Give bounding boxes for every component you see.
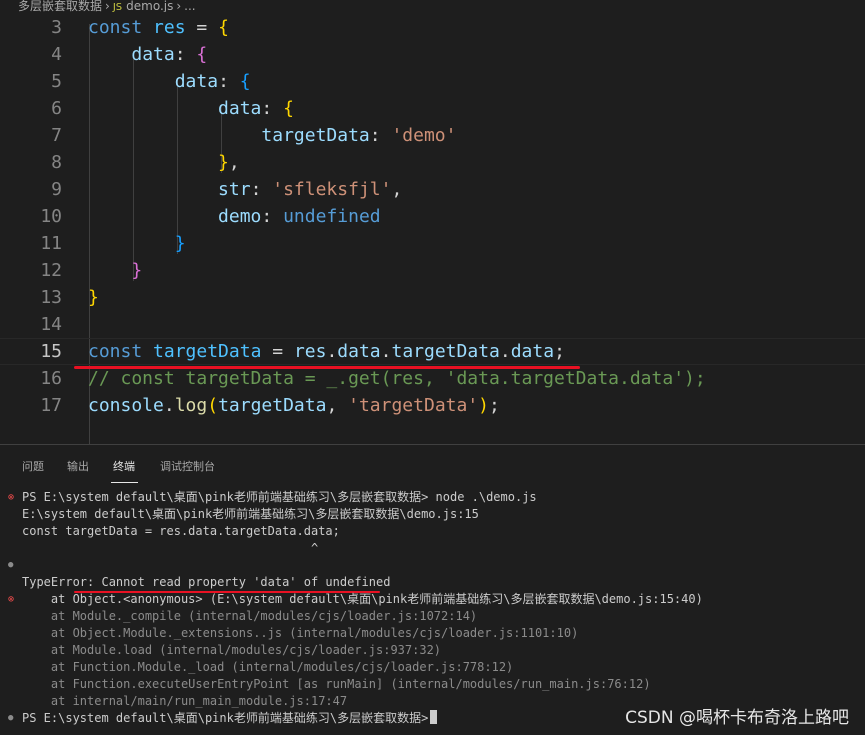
- line-number: 3: [51, 17, 62, 38]
- info-dot-icon: ●: [8, 713, 14, 723]
- terminal-stack-line: at internal/main/run_main_module.js:17:4…: [22, 694, 348, 708]
- terminal-stack-line: at Object.Module._extensions..js (intern…: [22, 626, 579, 640]
- code-line[interactable]: 12 }: [0, 257, 865, 284]
- code-line[interactable]: 16 // const targetData = _.get(res, 'data…: [0, 365, 865, 392]
- code-line[interactable]: 3 const res = {: [0, 14, 865, 41]
- javascript-file-icon: JS: [112, 2, 123, 12]
- terminal-stack-line: at Module._compile (internal/modules/cjs…: [22, 609, 478, 623]
- code-text: str: 'sfleksfjl',: [218, 179, 403, 200]
- line-number: 13: [40, 287, 62, 308]
- code-text: console.log(targetData, 'targetData');: [88, 395, 500, 416]
- line-number: 6: [51, 98, 62, 119]
- info-dot-icon: ●: [8, 560, 14, 570]
- code-line[interactable]: 8 },: [0, 149, 865, 176]
- code-text: },: [218, 152, 240, 173]
- line-number: 5: [51, 71, 62, 92]
- tab-debug-console[interactable]: 调试控制台: [160, 458, 215, 474]
- terminal-stack-line: at Function.Module._load (internal/modul…: [22, 660, 514, 674]
- error-circle-icon: ⊗: [8, 492, 15, 503]
- line-number: 12: [40, 260, 62, 281]
- terminal-line: at Object.<anonymous> (E:\system default…: [22, 592, 703, 606]
- csdn-watermark: CSDN @喝杯卡布奇洛上路吧: [625, 708, 849, 728]
- code-line[interactable]: 11 }: [0, 230, 865, 257]
- code-text: const targetData = res.data.targetData.d…: [88, 341, 565, 362]
- terminal-cursor: [430, 710, 438, 724]
- breadcrumb-chevron-icon: ›: [176, 0, 182, 12]
- terminal-line: PS E:\system default\桌面\pink老师前端基础练习\多层嵌…: [22, 490, 537, 504]
- terminal-stack-line: at Module.load (internal/modules/cjs/loa…: [22, 643, 442, 657]
- tab-problems[interactable]: 问题: [22, 458, 44, 474]
- breadcrumb-chevron-icon: ›: [105, 0, 110, 12]
- line-number: 16: [40, 368, 62, 389]
- code-text: }: [174, 233, 186, 254]
- line-number: 9: [51, 179, 62, 200]
- code-line[interactable]: 10 demo: undefined: [0, 203, 865, 230]
- line-number: 15: [40, 341, 62, 362]
- code-line-active[interactable]: 15 const targetData = res.data.targetData…: [0, 338, 865, 365]
- terminal-error-line: TypeError: Cannot read property 'data' o…: [22, 575, 391, 589]
- bottom-panel: 问题 输出 终端 调试控制台 ⊗ PS E:\system default\桌面…: [0, 444, 865, 735]
- code-text: demo: undefined: [218, 206, 381, 227]
- breadcrumb-folder[interactable]: 多层嵌套取数据: [18, 0, 102, 12]
- line-number: 10: [40, 206, 62, 227]
- line-number: 14: [40, 314, 62, 335]
- code-line[interactable]: 5 data: {: [0, 68, 865, 95]
- tab-output[interactable]: 输出: [67, 458, 89, 474]
- terminal-line: ^: [22, 541, 319, 555]
- code-text: }: [131, 260, 143, 281]
- code-editor[interactable]: 3 const res = { 4 data: { 5 data: { 6 dat…: [0, 12, 865, 444]
- terminal-prompt[interactable]: PS E:\system default\桌面\pink老师前端基础练习\多层嵌…: [22, 710, 438, 727]
- code-line[interactable]: 17 console.log(targetData, 'targetData');: [0, 392, 865, 419]
- breadcrumb-file[interactable]: demo.js: [126, 0, 173, 12]
- code-line[interactable]: 14: [0, 311, 865, 338]
- red-annotation-underline: [74, 366, 580, 369]
- breadcrumb[interactable]: 多层嵌套取数据 › JS demo.js ›...: [0, 0, 865, 12]
- breadcrumb-symbol[interactable]: ...: [184, 0, 195, 12]
- code-line[interactable]: 7 targetData: 'demo': [0, 122, 865, 149]
- line-number: 4: [51, 44, 62, 65]
- active-tab-indicator: [111, 482, 138, 483]
- code-line[interactable]: 6 data: {: [0, 95, 865, 122]
- code-text: const res = {: [88, 17, 229, 38]
- code-text: data: {: [218, 98, 294, 119]
- tab-terminal[interactable]: 终端: [113, 458, 135, 474]
- line-number: 11: [40, 233, 62, 254]
- line-number: 17: [40, 395, 62, 416]
- code-text: }: [88, 287, 99, 308]
- terminal-line: const targetData = res.data.targetData.d…: [22, 524, 340, 538]
- code-line[interactable]: 4 data: {: [0, 41, 865, 68]
- prompt-text: PS E:\system default\桌面\pink老师前端基础练习\多层嵌…: [22, 711, 429, 725]
- line-number: 7: [51, 125, 62, 146]
- terminal-line: E:\system default\桌面\pink老师前端基础练习\多层嵌套取数…: [22, 507, 479, 521]
- terminal-stack-line: at Function.executeUserEntryPoint [as ru…: [22, 677, 651, 691]
- code-line[interactable]: 13}: [0, 284, 865, 311]
- code-comment: // const targetData = _.get(res, 'data.t…: [88, 368, 706, 389]
- code-line[interactable]: 9 str: 'sfleksfjl',: [0, 176, 865, 203]
- code-text: targetData: 'demo': [261, 125, 457, 146]
- code-text: data: {: [131, 44, 208, 65]
- line-number: 8: [51, 152, 62, 173]
- error-circle-icon: ⊗: [8, 594, 15, 605]
- code-text: data: {: [174, 71, 251, 92]
